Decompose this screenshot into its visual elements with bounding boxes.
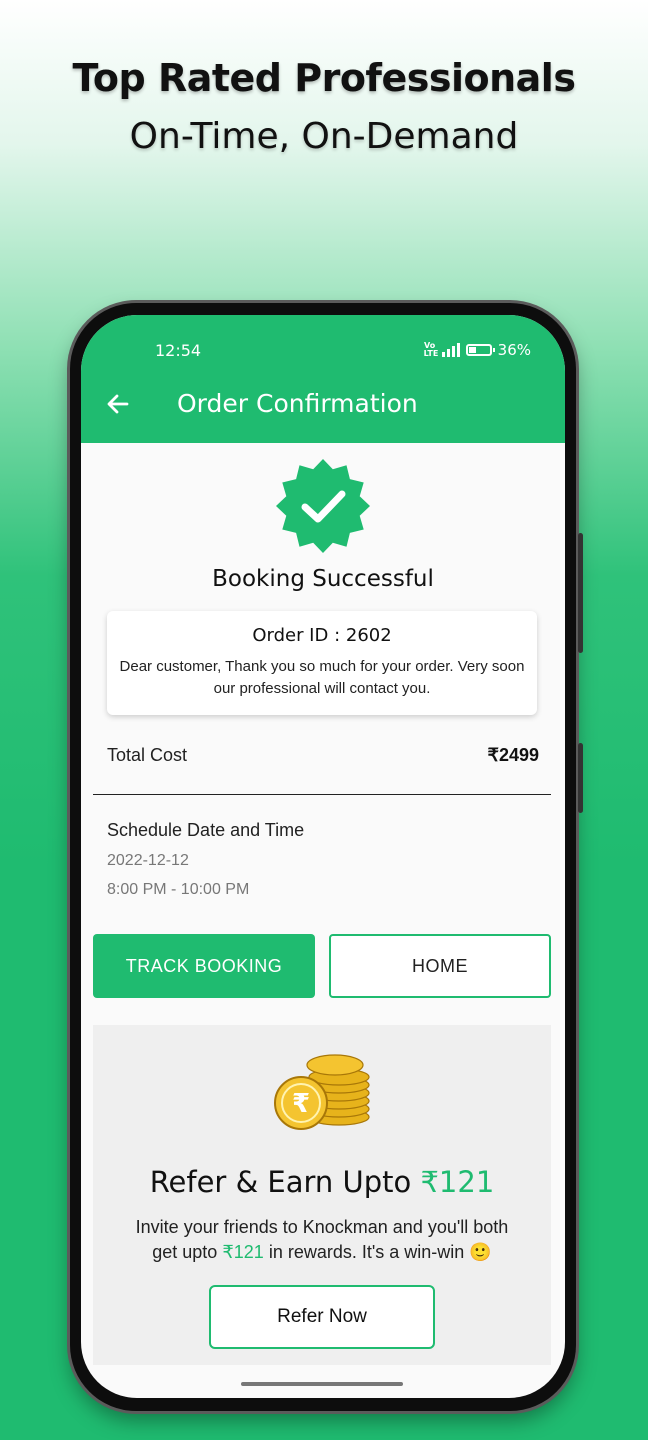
volte-icon: Vo LTE [423, 341, 439, 358]
divider [93, 794, 551, 795]
refer-desc-amount: ₹121 [222, 1242, 264, 1262]
status-time: 12:54 [155, 341, 202, 360]
track-booking-label: TRACK BOOKING [125, 955, 283, 976]
signal-icon [441, 343, 460, 357]
refer-section: ₹ Refer & Earn Upto ₹121 Invite your fri… [93, 1025, 551, 1365]
volume-button [578, 533, 583, 653]
phone-screen: 12:54 Vo LTE 36% Order Confirmation Book… [81, 315, 565, 1398]
home-label: HOME [412, 955, 468, 976]
app-bar: 12:54 Vo LTE 36% Order Confirmation [81, 315, 565, 443]
schedule-label: Schedule Date and Time [107, 820, 305, 840]
refer-desc-line1: Invite your friends to Knockman and you'… [135, 1217, 509, 1237]
back-button[interactable] [103, 389, 133, 419]
schedule-date: 2022-12-12 [107, 852, 189, 869]
refer-desc-suffix: in rewards. It's a win-win 🙂 [263, 1242, 492, 1262]
svg-text:₹: ₹ [292, 1089, 310, 1119]
power-button [578, 743, 583, 813]
home-indicator[interactable] [241, 1382, 403, 1386]
verified-check-badge-icon [276, 459, 370, 553]
battery-percent: 36% [497, 341, 531, 359]
schedule-time: 8:00 PM - 10:00 PM [107, 881, 250, 898]
battery-level-fill [468, 347, 476, 353]
rupee-coins-icon: ₹ [274, 1054, 370, 1130]
order-message: Dear customer, Thank you so much for you… [119, 658, 525, 697]
status-icons: Vo LTE 36% [424, 341, 531, 359]
order-card: Order ID : 2602 Dear customer, Thank you… [107, 611, 537, 715]
page-title: Order Confirmation [177, 389, 418, 418]
phone-frame: 12:54 Vo LTE 36% Order Confirmation Book… [70, 303, 583, 1411]
refer-title: Refer & Earn Upto ₹121 [93, 1165, 551, 1199]
total-cost-value: ₹2499 [487, 745, 540, 765]
refer-title-text: Refer & Earn Upto [149, 1165, 421, 1199]
promo-title: Top Rated Professionals [72, 56, 576, 100]
order-id: Order ID : 2602 [252, 625, 392, 646]
track-booking-button[interactable]: TRACK BOOKING [93, 934, 315, 998]
promo-subtitle: On-Time, On-Demand [129, 116, 519, 157]
home-button[interactable]: HOME [329, 934, 551, 998]
refer-now-button[interactable]: Refer Now [209, 1285, 435, 1349]
refer-description: Invite your friends to Knockman and you'… [113, 1215, 531, 1265]
battery-icon [465, 344, 495, 356]
arrow-left-icon [107, 394, 129, 414]
refer-title-amount: ₹121 [420, 1165, 495, 1199]
refer-desc-prefix: get upto [152, 1242, 223, 1262]
refer-now-label: Refer Now [277, 1306, 367, 1327]
booking-success-title: Booking Successful [212, 566, 434, 592]
total-cost-label: Total Cost [107, 745, 188, 765]
